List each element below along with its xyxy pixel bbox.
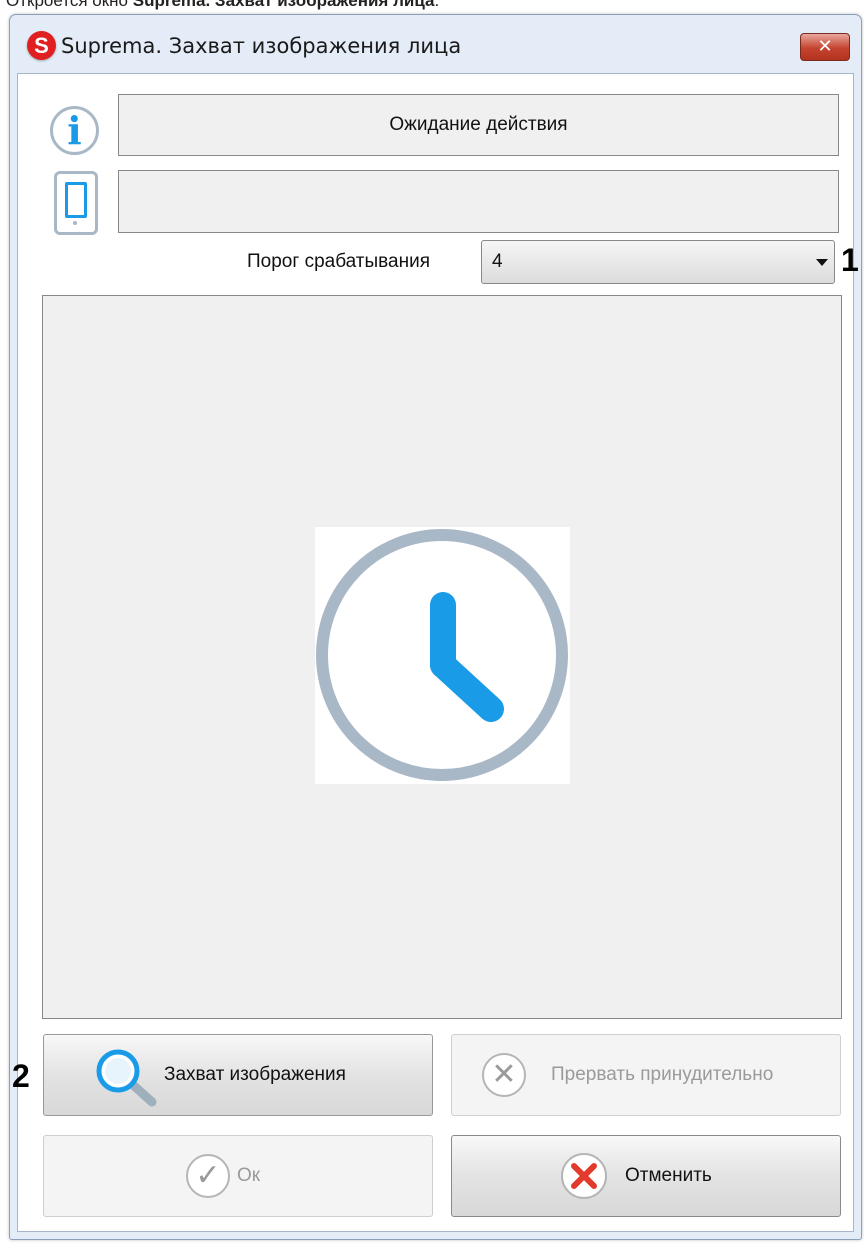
- caption-suffix: .: [434, 0, 440, 10]
- callout-marker-1: 1: [841, 242, 859, 278]
- threshold-dropdown[interactable]: 4: [481, 240, 835, 284]
- close-red-icon: [559, 1151, 609, 1207]
- callout-marker-2: 2: [12, 1058, 30, 1094]
- chevron-down-icon[interactable]: [816, 259, 828, 266]
- checkmark-icon: ✓: [186, 1154, 230, 1198]
- device-status-box: [118, 170, 839, 233]
- cancel-button[interactable]: Отменить: [451, 1135, 841, 1217]
- title-bar[interactable]: S Suprema. Захват изображения лица ✕: [10, 15, 861, 73]
- status-message-box: Ожидание действия: [118, 94, 839, 156]
- abort-button[interactable]: ✕ Прервать принудительно: [451, 1034, 841, 1116]
- caption-window-name: Suprema. Захват изображения лица: [132, 0, 435, 10]
- caption-prefix: Откроется окно: [6, 0, 133, 10]
- magnifier-icon: [94, 1048, 160, 1114]
- window-client-area: i Ожидание действия Порог срабатывания 4: [17, 73, 854, 1232]
- clock-icon: [315, 527, 570, 784]
- capture-window: S Suprema. Захват изображения лица ✕ i О…: [9, 14, 862, 1240]
- suprema-app-icon: S: [27, 31, 56, 60]
- close-circle-icon: ✕: [482, 1053, 526, 1097]
- ok-button[interactable]: ✓ Ок: [43, 1135, 433, 1217]
- capture-image-button[interactable]: Захват изображения: [43, 1034, 433, 1116]
- threshold-value: 4: [492, 251, 503, 272]
- ok-button-label: Ок: [237, 1165, 261, 1186]
- close-button[interactable]: ✕: [800, 33, 850, 61]
- threshold-label: Порог срабатывания: [247, 251, 430, 272]
- abort-button-label: Прервать принудительно: [551, 1064, 774, 1085]
- capture-button-label: Захват изображения: [164, 1064, 346, 1085]
- instruction-caption: Откроется окно Suprema. Захват изображен…: [6, 0, 439, 11]
- tablet-icon: [54, 171, 98, 235]
- window-title: Suprema. Захват изображения лица: [61, 34, 462, 58]
- face-preview-area: [42, 295, 842, 1019]
- cancel-button-label: Отменить: [625, 1165, 712, 1186]
- info-icon: i: [50, 106, 99, 155]
